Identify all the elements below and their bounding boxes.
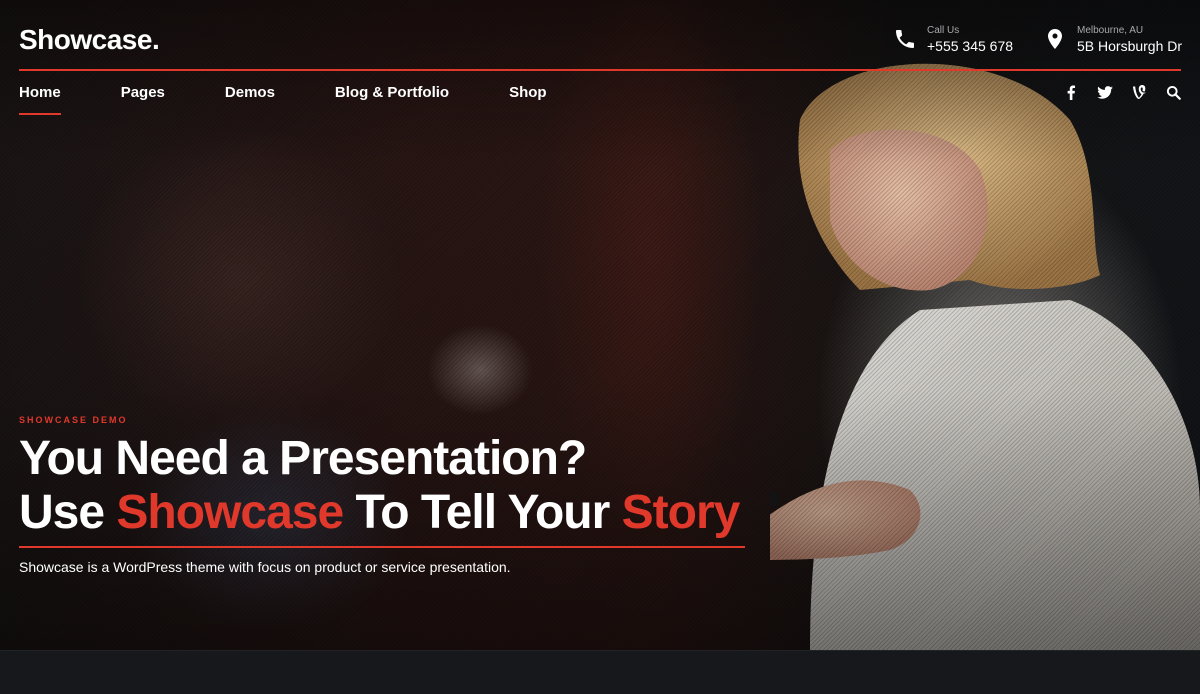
phone-number[interactable]: +555 345 678 [927, 37, 1013, 55]
phone-icon [896, 30, 914, 48]
search-icon[interactable] [1165, 84, 1181, 100]
map-pin-icon [1048, 29, 1062, 49]
site-logo[interactable]: Showcase. [19, 24, 160, 56]
hero-section: Showcase. Call Us +555 345 678 Melbourne… [0, 0, 1200, 650]
contact-phone[interactable]: Call Us +555 345 678 [893, 24, 1013, 55]
phone-label: Call Us [927, 25, 960, 36]
facebook-icon[interactable] [1063, 84, 1079, 100]
headline-accent-showcase: Showcase [116, 486, 344, 539]
social-links [1063, 84, 1181, 100]
nav-shop[interactable]: Shop [509, 84, 547, 109]
hero-headline: You Need a Presentation? Use Showcase To… [19, 432, 741, 540]
headline-accent-story: Story [621, 486, 741, 539]
twitter-icon[interactable] [1097, 84, 1113, 100]
next-section-strip [0, 650, 1200, 694]
headline-use: Use [19, 486, 117, 539]
headline-tell: To Tell Your [343, 486, 622, 539]
headline-line-1: You Need a Presentation? [19, 432, 587, 485]
headline-underline [19, 546, 745, 548]
headline-line-2: Use Showcase To Tell Your Story [19, 486, 741, 540]
hero-subtitle: Showcase is a WordPress theme with focus… [19, 559, 511, 575]
nav-pages[interactable]: Pages [121, 84, 165, 109]
nav-demos[interactable]: Demos [225, 84, 275, 109]
hero-eyebrow: SHOWCASE DEMO [19, 415, 128, 425]
nav-home[interactable]: Home [19, 84, 61, 115]
location-label: Melbourne, AU [1077, 25, 1144, 36]
vine-icon[interactable] [1131, 84, 1147, 100]
nav-blog-portfolio[interactable]: Blog & Portfolio [335, 84, 449, 109]
location-address[interactable]: 5B Horsburgh Dr [1077, 37, 1182, 55]
header-divider [19, 69, 1181, 71]
main-nav: Home Pages Demos Blog & Portfolio Shop [19, 84, 607, 115]
contact-location[interactable]: Melbourne, AU 5B Horsburgh Dr [1043, 24, 1182, 55]
